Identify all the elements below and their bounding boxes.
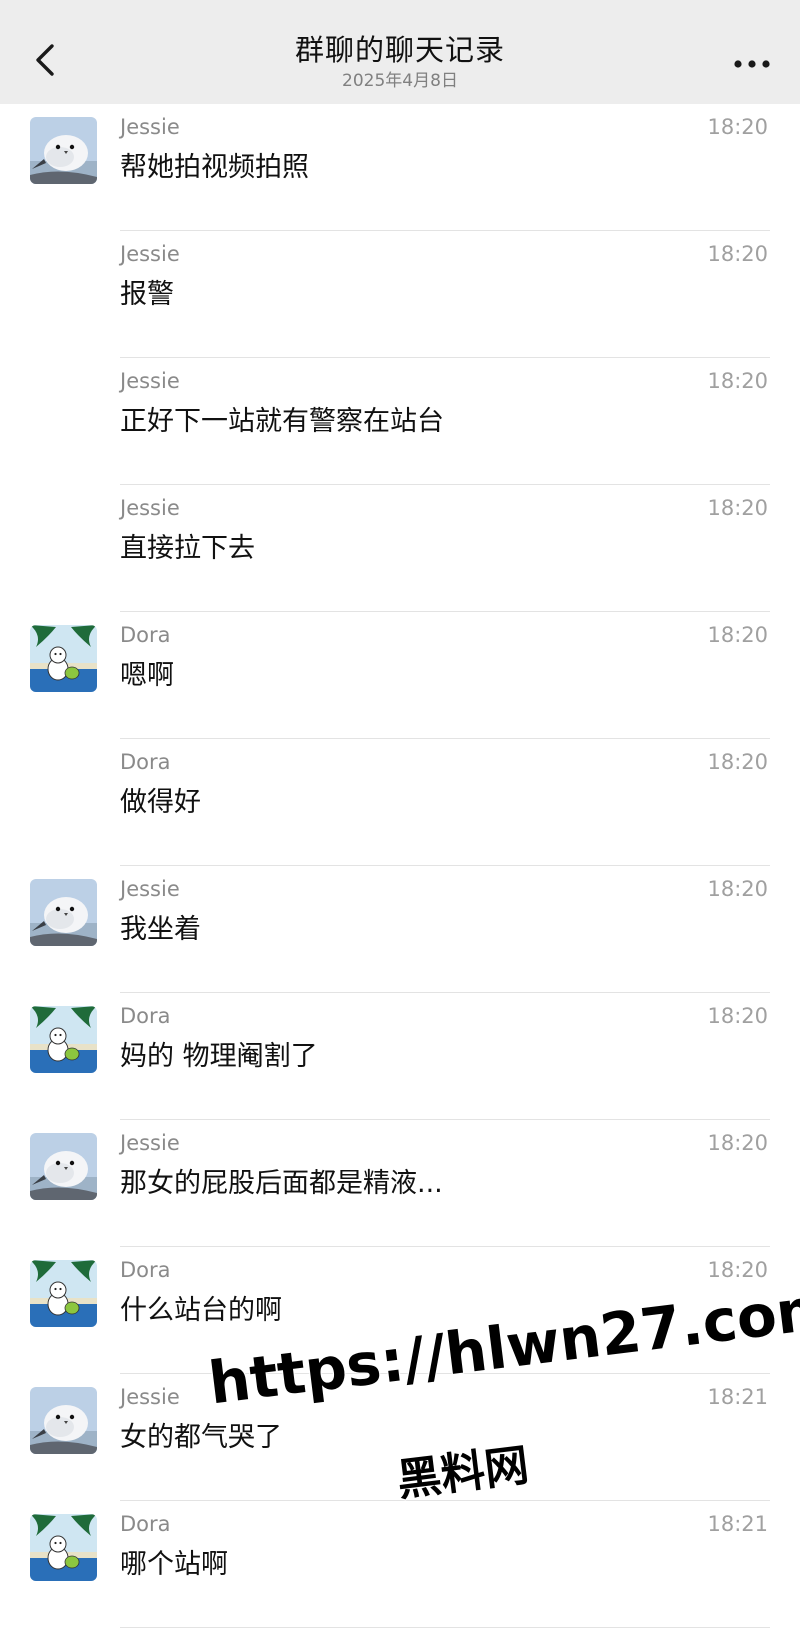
message-row[interactable]: Dora 18:20 什么站台的啊 xyxy=(0,1247,800,1374)
message-text: 直接拉下去 xyxy=(120,533,255,564)
message-text: 嗯啊 xyxy=(120,660,174,691)
message-text: 妈的 物理阉割了 xyxy=(120,1041,318,1072)
avatar-dora[interactable] xyxy=(30,625,97,692)
message-row[interactable]: Dora 18:20 做得好 xyxy=(0,739,800,866)
page-date: 2025年4月8日 xyxy=(342,71,458,91)
avatar-dora[interactable] xyxy=(30,1006,97,1073)
message-time: 18:21 xyxy=(707,1385,768,1409)
message-row[interactable]: Jessie 18:21 女的都气哭了 xyxy=(0,1374,800,1501)
avatar-jessie[interactable] xyxy=(30,879,97,946)
sender-name: Dora xyxy=(120,1258,171,1282)
message-time: 18:20 xyxy=(707,369,768,393)
message-row[interactable]: Jessie 18:20 我坐着 xyxy=(0,866,800,993)
message-time: 18:20 xyxy=(707,623,768,647)
message-text: 报警 xyxy=(120,279,174,310)
sender-name: Dora xyxy=(120,1512,171,1536)
message-list: Jessie 18:20 帮她拍视频拍照 Jessie 18:20 报警 Jes… xyxy=(0,104,800,1628)
message-time: 18:20 xyxy=(707,496,768,520)
header-title-block: 群聊的聊天记录 2025年4月8日 xyxy=(0,30,800,92)
sender-name: Jessie xyxy=(120,369,180,393)
avatar-dora[interactable] xyxy=(30,1260,97,1327)
sender-name: Jessie xyxy=(120,242,180,266)
message-time: 18:20 xyxy=(707,877,768,901)
message-time: 18:20 xyxy=(707,1258,768,1282)
message-text: 什么站台的啊 xyxy=(120,1295,282,1326)
sender-name: Jessie xyxy=(120,1131,180,1155)
message-row[interactable]: Jessie 18:20 帮她拍视频拍照 xyxy=(0,104,800,231)
message-time: 18:20 xyxy=(707,242,768,266)
sender-name: Jessie xyxy=(120,1385,180,1409)
sender-name: Jessie xyxy=(120,496,180,520)
message-row[interactable]: Dora 18:21 哪个站啊 xyxy=(0,1501,800,1628)
message-text: 正好下一站就有警察在站台 xyxy=(120,406,444,437)
sender-name: Jessie xyxy=(120,877,180,901)
message-row[interactable]: Dora 18:20 嗯啊 xyxy=(0,612,800,739)
header-bar: 群聊的聊天记录 2025年4月8日 xyxy=(0,0,800,104)
message-text: 我坐着 xyxy=(120,914,201,945)
message-row[interactable]: Jessie 18:20 正好下一站就有警察在站台 xyxy=(0,358,800,485)
ellipsis-icon[interactable] xyxy=(734,58,770,70)
message-row[interactable]: Jessie 18:20 报警 xyxy=(0,231,800,358)
message-time: 18:20 xyxy=(707,750,768,774)
avatar-jessie[interactable] xyxy=(30,1387,97,1454)
message-row[interactable]: Dora 18:20 妈的 物理阉割了 xyxy=(0,993,800,1120)
sender-name: Dora xyxy=(120,1004,171,1028)
message-time: 18:20 xyxy=(707,1004,768,1028)
page-title: 群聊的聊天记录 xyxy=(294,33,505,67)
message-time: 18:20 xyxy=(707,1131,768,1155)
sender-name: Jessie xyxy=(120,115,180,139)
avatar-jessie[interactable] xyxy=(30,1133,97,1200)
message-text: 做得好 xyxy=(120,787,201,818)
message-text: 哪个站啊 xyxy=(120,1549,228,1580)
message-text: 那女的屁股后面都是精液... xyxy=(120,1168,443,1199)
sender-name: Dora xyxy=(120,623,171,647)
sender-name: Dora xyxy=(120,750,171,774)
message-row[interactable]: Jessie 18:20 那女的屁股后面都是精液... xyxy=(0,1120,800,1247)
message-row[interactable]: Jessie 18:20 直接拉下去 xyxy=(0,485,800,612)
avatar-dora[interactable] xyxy=(30,1514,97,1581)
message-text: 帮她拍视频拍照 xyxy=(120,152,309,183)
message-time: 18:21 xyxy=(707,1512,768,1536)
message-time: 18:20 xyxy=(707,115,768,139)
avatar-jessie[interactable] xyxy=(30,117,97,184)
message-text: 女的都气哭了 xyxy=(120,1422,282,1453)
